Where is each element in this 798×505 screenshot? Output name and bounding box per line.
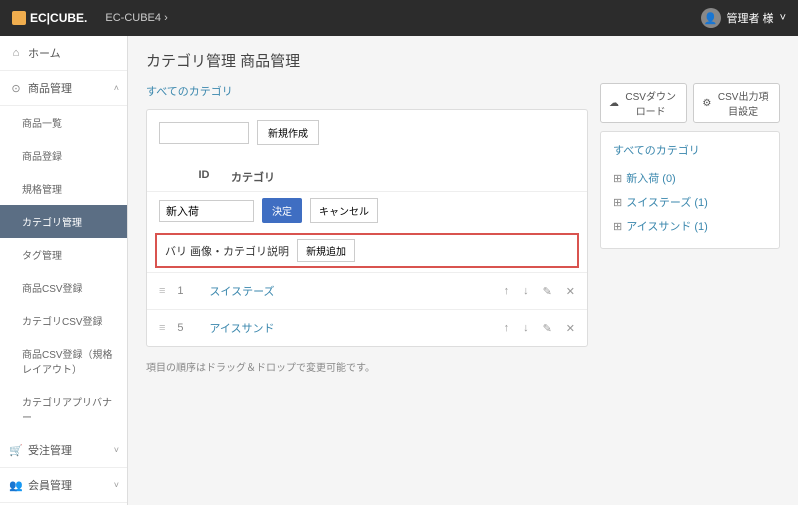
side-item[interactable]: ⊞ アイスサンド (1) — [613, 214, 767, 238]
main-content: カテゴリ管理 商品管理 すべてのカテゴリ 新規作成 ID カテゴリ — [128, 36, 798, 505]
side-item[interactable]: ⊞ スイステーズ (1) — [613, 190, 767, 214]
bullet-icon: ⊞ — [613, 196, 622, 209]
csv-settings-button[interactable]: ⚙ CSV出力項目設定 — [693, 83, 780, 123]
bullet-icon: ⊞ — [613, 220, 622, 233]
user-icon: 👤 — [701, 8, 721, 28]
logo-text: EC|CUBE. — [30, 11, 87, 25]
page-title: カテゴリ管理 商品管理 — [146, 50, 780, 71]
nav-product-csv[interactable]: 商品CSV登録 — [0, 271, 127, 304]
drag-icon[interactable]: ≡ — [159, 322, 165, 334]
bullet-icon: ⊞ — [613, 172, 622, 185]
logo[interactable]: EC|CUBE. — [12, 11, 87, 25]
cloud-icon: ☁ — [609, 98, 619, 109]
edit-input[interactable] — [159, 200, 254, 222]
category-card: 新規作成 ID カテゴリ 決定 キャンセル バリ 画像・カテゴリ説明 — [146, 109, 588, 347]
table-header: ID カテゴリ — [147, 163, 587, 192]
nav-product-csv-spec[interactable]: 商品CSV登録（規格レイアウト） — [0, 337, 127, 385]
chevron-down-icon: ˅ — [780, 12, 786, 24]
chevron-down-icon: ˅ — [114, 480, 119, 490]
side-panel: すべてのカテゴリ ⊞ 新入荷 (0) ⊞ スイステーズ (1) ⊞ アイスサンド… — [600, 131, 780, 249]
nav-category-banner[interactable]: カテゴリアプリバナー — [0, 385, 127, 433]
nav-members[interactable]: 👥 会員管理 ˅ — [0, 468, 127, 503]
side-item[interactable]: ⊞ 新入荷 (0) — [613, 166, 767, 190]
delete-icon[interactable]: ✕ — [566, 285, 575, 298]
highlight-label: バリ 画像・カテゴリ説明 — [165, 243, 289, 259]
up-icon[interactable]: ↑ — [504, 285, 510, 298]
nav-tag[interactable]: タグ管理 — [0, 238, 127, 271]
drag-icon[interactable]: ≡ — [159, 285, 165, 297]
row-actions: ↑ ↓ ✎ ✕ — [504, 285, 575, 298]
chevron-up-icon: ˄ — [114, 83, 119, 93]
chevron-right-icon: › — [164, 12, 168, 24]
edit-icon[interactable]: ✎ — [543, 285, 552, 298]
top-header: EC|CUBE. EC-CUBE4 › 👤 管理者 様 ˅ — [0, 0, 798, 36]
nav-orders[interactable]: 🛒 受注管理 ˅ — [0, 433, 127, 468]
nav-product-list[interactable]: 商品一覧 — [0, 106, 127, 139]
hint-text: 項目の順序はドラッグ＆ドロップで変更可能です。 — [146, 359, 588, 374]
row-actions: ↑ ↓ ✎ ✕ — [504, 322, 575, 335]
new-category-input[interactable] — [159, 122, 249, 144]
edit-row: 決定 キャンセル — [147, 192, 587, 229]
new-button[interactable]: 新規作成 — [257, 120, 319, 145]
nav-spec[interactable]: 規格管理 — [0, 172, 127, 205]
add-button[interactable]: 新規追加 — [297, 239, 355, 262]
highlight-box: バリ 画像・カテゴリ説明 新規追加 — [155, 233, 579, 268]
row-id: 1 — [177, 285, 197, 297]
breadcrumb[interactable]: すべてのカテゴリ — [146, 83, 588, 99]
row-name[interactable]: アイスサンド — [209, 320, 491, 336]
side-all-link[interactable]: すべてのカテゴリ — [613, 142, 767, 158]
table-row: ≡ 1 スイステーズ ↑ ↓ ✎ ✕ — [147, 272, 587, 309]
sidebar: ⌂ ホーム ⊙ 商品管理 ˄ 商品一覧 商品登録 規格管理 カテゴリ管理 タグ管… — [0, 36, 128, 505]
edit-icon[interactable]: ✎ — [543, 322, 552, 335]
cart-icon: 🛒 — [10, 444, 22, 457]
cancel-button[interactable]: キャンセル — [310, 198, 378, 223]
toolbar: ☁ CSVダウンロード ⚙ CSV出力項目設定 — [600, 83, 780, 123]
nav-product-register[interactable]: 商品登録 — [0, 139, 127, 172]
header-left: EC|CUBE. EC-CUBE4 › — [12, 11, 168, 25]
up-icon[interactable]: ↑ — [504, 322, 510, 335]
row-name[interactable]: スイステーズ — [209, 283, 491, 299]
nav-category-csv[interactable]: カテゴリCSV登録 — [0, 304, 127, 337]
home-icon: ⌂ — [10, 47, 22, 59]
breadcrumb-top[interactable]: EC-CUBE4 › — [105, 12, 167, 24]
th-id: ID — [189, 169, 219, 185]
delete-icon[interactable]: ✕ — [566, 322, 575, 335]
nav-products[interactable]: ⊙ 商品管理 ˄ — [0, 71, 127, 106]
row-id: 5 — [177, 322, 197, 334]
csv-download-button[interactable]: ☁ CSVダウンロード — [600, 83, 687, 123]
gear-icon: ⚙ — [702, 98, 711, 109]
nav-home[interactable]: ⌂ ホーム — [0, 36, 127, 71]
save-button[interactable]: 決定 — [262, 198, 302, 223]
down-icon[interactable]: ↓ — [523, 285, 529, 298]
header-user[interactable]: 👤 管理者 様 ˅ — [701, 8, 787, 28]
logo-icon — [12, 11, 26, 25]
chevron-down-icon: ˅ — [114, 445, 119, 455]
down-icon[interactable]: ↓ — [523, 322, 529, 335]
tag-icon: ⊙ — [10, 82, 22, 95]
th-category: カテゴリ — [231, 169, 575, 185]
users-icon: 👥 — [10, 479, 22, 492]
table-row: ≡ 5 アイスサンド ↑ ↓ ✎ ✕ — [147, 309, 587, 346]
user-name: 管理者 様 — [727, 10, 774, 26]
nav-category[interactable]: カテゴリ管理 — [0, 205, 127, 238]
